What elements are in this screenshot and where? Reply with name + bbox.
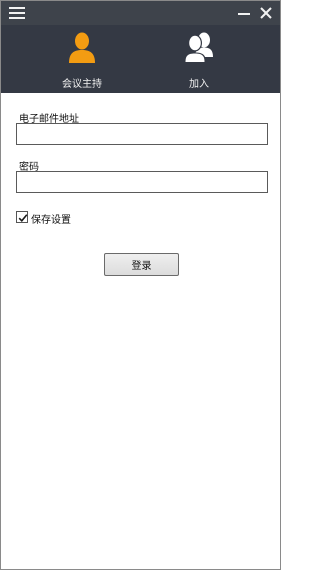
- tab-host-meeting[interactable]: 会议主持: [22, 25, 142, 93]
- tab-join-label: 加入: [189, 79, 209, 90]
- email-field[interactable]: [16, 123, 268, 145]
- remember-settings-label: 保存设置: [31, 215, 71, 226]
- group-icon: [184, 32, 213, 63]
- app-window: 会议主持 加入 电子邮件地址 密码 保存设置 登录: [0, 0, 281, 570]
- password-field[interactable]: [16, 171, 268, 193]
- remember-settings-checkbox[interactable]: [16, 211, 28, 223]
- mode-tab-bar: 会议主持 加入: [1, 25, 280, 93]
- login-button[interactable]: 登录: [104, 253, 179, 276]
- person-icon: [69, 32, 95, 63]
- tab-join[interactable]: 加入: [139, 25, 259, 93]
- tab-host-label: 会议主持: [62, 79, 102, 90]
- close-icon[interactable]: [258, 5, 274, 21]
- hamburger-menu-icon[interactable]: [9, 7, 25, 19]
- title-bar: [1, 1, 280, 25]
- checkmark-icon: [18, 214, 28, 222]
- minimize-icon[interactable]: [237, 5, 251, 21]
